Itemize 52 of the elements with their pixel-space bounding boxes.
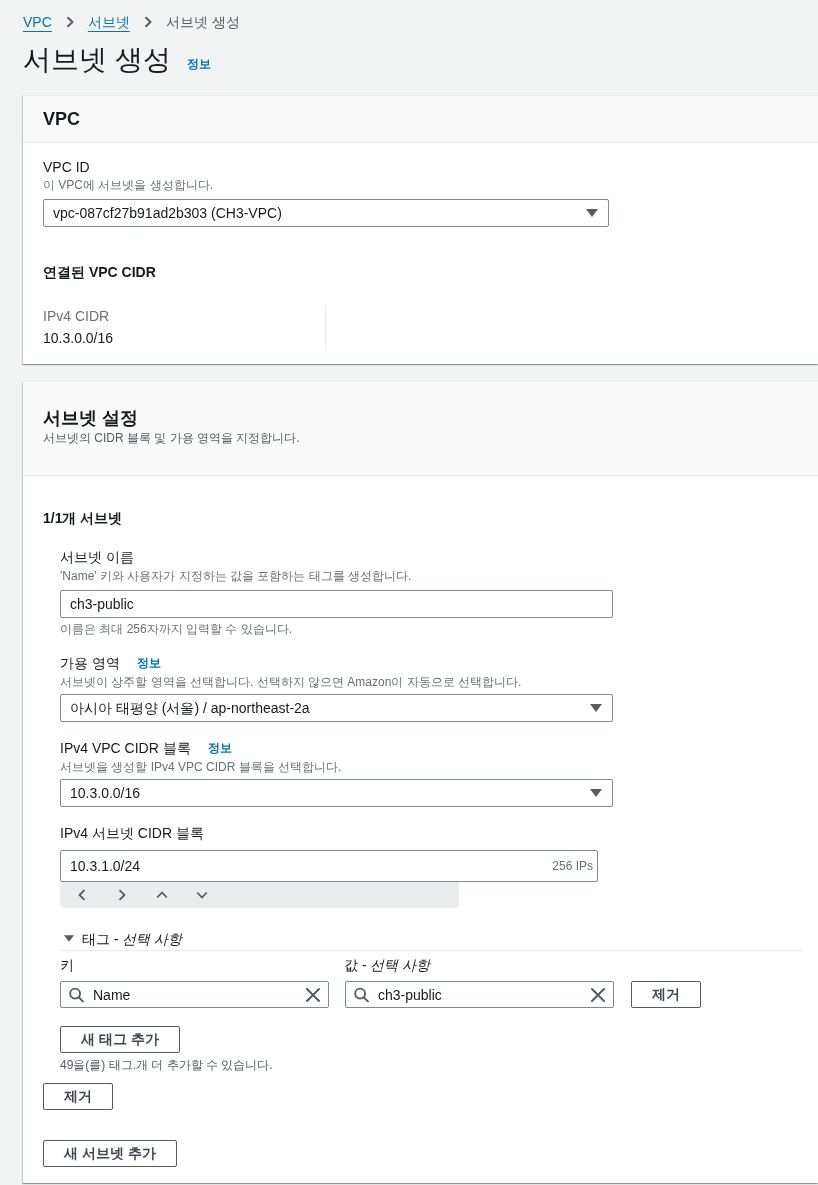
cidr-label: IPv4 CIDR [43,307,111,326]
panel-description: 서브넷의 CIDR 블록 및 가용 영역을 지정합니다. [43,430,301,446]
breadcrumb-link[interactable]: VPC [23,12,52,32]
field-description: 'Name' 키와 사용자가 지정하는 값을 포함하는 태그를 생성합니다. [60,568,413,584]
caret-down-icon [590,789,602,797]
dropdown-select[interactable]: 아시아 태평양 (서울) / ap-northeast-2a [60,694,613,722]
tag-limit-note: 49을(를) 태그.개 더 추가할 수 있습니다. [60,1057,274,1073]
tag-value-input[interactable]: ch3-public [345,981,614,1008]
panel-title: 서브넷 설정 [43,407,139,430]
chevron-right-icon [143,16,152,28]
add-tag-button[interactable]: 새 태그 추가 [60,1026,180,1053]
field-label: IPv4 서브넷 CIDR 블록 [60,824,204,843]
tag-key-input[interactable]: Name [60,981,329,1008]
info-link[interactable]: 정보 [207,740,232,756]
info-link[interactable]: 정보 [186,56,211,72]
close-icon[interactable] [591,987,605,1002]
panel-title: VPC [43,108,80,131]
tag-key-label: 키 [60,956,75,975]
field-description: 서브넷이 상주할 영역을 선택합니다. 선택하지 않으면 Amazon이 자동으로 선택합니다. [60,674,523,690]
tag-value-label: 값 - 선택 사항 [344,956,431,975]
subnet-name-input[interactable]: ch3-public [60,590,613,618]
remove-subnet-button[interactable]: 제거 [43,1083,113,1110]
field-label: IPv4 VPC CIDR 블록 [60,739,191,758]
field-constraint: 이름은 최대 256자까지 입력할 수 있습니다. [60,621,294,637]
chevron-down-icon [196,891,208,899]
page-title: 서브넷 생성 [23,43,171,77]
vpc-select[interactable]: vpc-087cf27b91ad2b303 (CH3-VPC) [43,199,609,227]
field-label: 서브넷 이름 [60,548,134,567]
breadcrumb-link[interactable]: 서브넷 [87,12,130,32]
subnet-heading: 1/1개 서브넷 [43,509,124,528]
remove-tag-button[interactable]: 제거 [631,981,701,1008]
field-description: 서브넷을 생성할 IPv4 VPC CIDR 블록을 선택합니다. [60,759,343,775]
chevron-left-icon [78,889,86,901]
close-icon[interactable] [306,987,320,1002]
ip-count-text: 256 IPs [552,858,593,874]
breadcrumb-current: 서브넷 생성 [165,13,240,32]
section-heading: 연결된 VPC CIDR [43,263,157,282]
cidr-value: 10.3.0.0/16 [43,329,115,348]
add-subnet-button[interactable]: 새 서브넷 추가 [43,1140,177,1167]
chevron-right-icon [118,889,126,901]
caret-down-icon [590,704,602,712]
field-label: VPC ID [43,158,91,177]
field-label: 가용 영역 [60,654,120,673]
search-icon [69,987,84,1002]
field-description: 이 VPC에 서브넷을 생성합니다. [43,177,214,193]
chevron-up-icon [156,891,168,899]
chevron-right-icon [65,16,74,28]
caret-down-icon [586,209,598,217]
info-link[interactable]: 정보 [136,655,161,671]
tags-toggle[interactable]: 태그 - 선택 사항 [64,928,183,949]
dropdown-select[interactable]: 10.3.0.0/16 [60,779,613,807]
search-icon [354,987,369,1002]
